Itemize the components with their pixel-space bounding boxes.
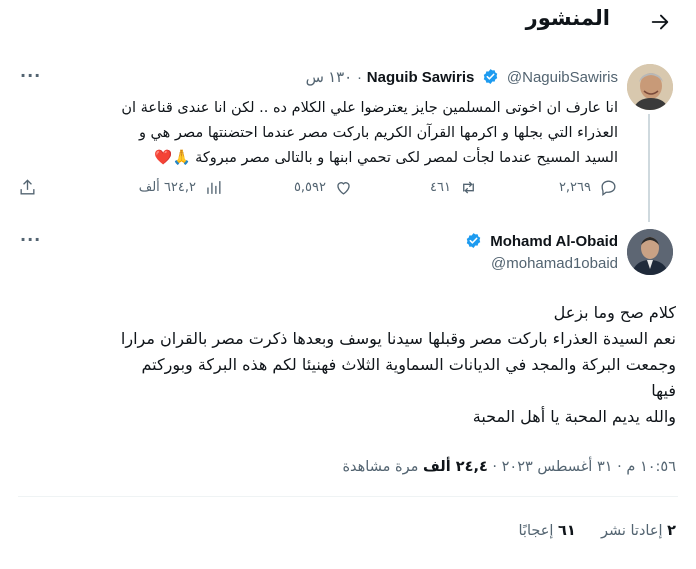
tweet-text-line: كلام صح وما بزعل: [553, 303, 676, 322]
reposts-stat[interactable]: ٢ إعادتا نشر: [596, 523, 676, 539]
author-display-name[interactable]: Mohamd Al-Obaid: [490, 233, 618, 250]
tweet-text-line: العذراء التي بجلها و اكرمها القرآن الكري…: [138, 125, 618, 141]
tweet-timestamp: ١٠:٥٦ م · ٣١ أغسطس ٢٠٢٣ · ٢٤,٤ ألف مرة م…: [342, 459, 676, 475]
more-options-icon[interactable]: ···: [20, 230, 41, 249]
verified-badge-icon: [465, 232, 482, 249]
tweet-text-line: السيد المسيح عندما لجأت لمصر لكى تحمي اب…: [154, 150, 618, 166]
like-count: ٥,٥٩٢: [293, 180, 326, 195]
tweet-text-line: نعم السيدة العذراء باركت مصر وقبلها سيدن…: [120, 329, 676, 348]
avatar[interactable]: [627, 229, 673, 275]
author-handle[interactable]: @NaguibSawiris: [507, 69, 618, 86]
bar-chart-icon: [207, 181, 221, 194]
verified-badge-icon: [482, 68, 499, 85]
quoted-tweet-text: انا عارف ان اخوتى المسلمين جايز يعترضوا …: [28, 96, 618, 171]
reply-icon: [601, 180, 616, 196]
timestamp-time[interactable]: ١٠:٥٦ م: [626, 459, 676, 475]
author-handle[interactable]: @mohamad1obaid: [491, 255, 618, 272]
reposts-count: ٢: [667, 523, 676, 539]
tweet-action-bar: ٢,٢٦٩ ٤٦١ ٥,٥٩٢ ٦٢٤,٢ ألف: [18, 178, 618, 202]
views-count: ٦٢٤,٢ ألف: [138, 180, 196, 195]
divider: [18, 496, 678, 497]
quoted-tweet-author: Naguib Sawiris @NaguibSawiris · ١٣٠ س: [306, 68, 618, 86]
likes-count: ٦١: [558, 523, 576, 539]
main-tweet-author: Mohamd Al-Obaid: [462, 232, 618, 250]
timestamp-date[interactable]: ٣١ أغسطس ٢٠٢٣: [502, 459, 613, 475]
author-display-name[interactable]: Naguib Sawiris: [367, 69, 475, 86]
share-button[interactable]: [18, 178, 37, 197]
reply-count: ٢,٢٦٩: [558, 180, 591, 195]
main-tweet-text: كلام صح وما بزعل نعم السيدة العذراء بارك…: [16, 300, 676, 430]
view-count-label: مرة مشاهدة: [342, 459, 419, 475]
like-button[interactable]: ٥,٥٩٢: [294, 178, 353, 197]
tweet-stats: ٢ إعادتا نشر ٦١ إعجابًا: [518, 523, 676, 539]
tweet-text-line: وجمعت البركة والمجد في الديانات السماوية…: [141, 355, 677, 374]
tweet-text-line: انا عارف ان اخوتى المسلمين جايز يعترضوا …: [121, 100, 618, 116]
reposts-label: إعادتا نشر: [600, 523, 663, 539]
arrow-right-icon[interactable]: [646, 8, 674, 36]
thread-connector-line: [648, 114, 650, 222]
tweet-text-line: والله يديم المحبة يا أهل المحبة: [472, 407, 676, 426]
tweet-text-line: فيها: [651, 381, 676, 400]
avatar[interactable]: [627, 64, 673, 110]
timestamp-separator: ·: [617, 459, 622, 475]
view-count-value: ٢٤,٤ ألف: [423, 459, 488, 475]
retweet-count: ٤٦١: [430, 180, 451, 195]
views-button[interactable]: ٦٢٤,٢ ألف: [139, 178, 223, 197]
likes-stat[interactable]: ٦١ إعجابًا: [518, 523, 575, 539]
page-title: المنشور: [525, 6, 610, 30]
more-options-icon[interactable]: ···: [20, 66, 41, 85]
share-icon: [20, 179, 35, 195]
timestamp-separator: ·: [492, 459, 498, 475]
retweet-icon: [463, 181, 474, 194]
page-header: المنشور: [0, 0, 696, 46]
meta-separator: ·: [357, 69, 363, 86]
reply-button[interactable]: ٢,٢٦٩: [559, 178, 618, 197]
retweet-button[interactable]: ٤٦١: [430, 178, 478, 197]
tweet-time[interactable]: ١٣٠ س: [306, 69, 353, 86]
likes-label: إعجابًا: [518, 523, 554, 539]
heart-icon: [337, 182, 350, 195]
